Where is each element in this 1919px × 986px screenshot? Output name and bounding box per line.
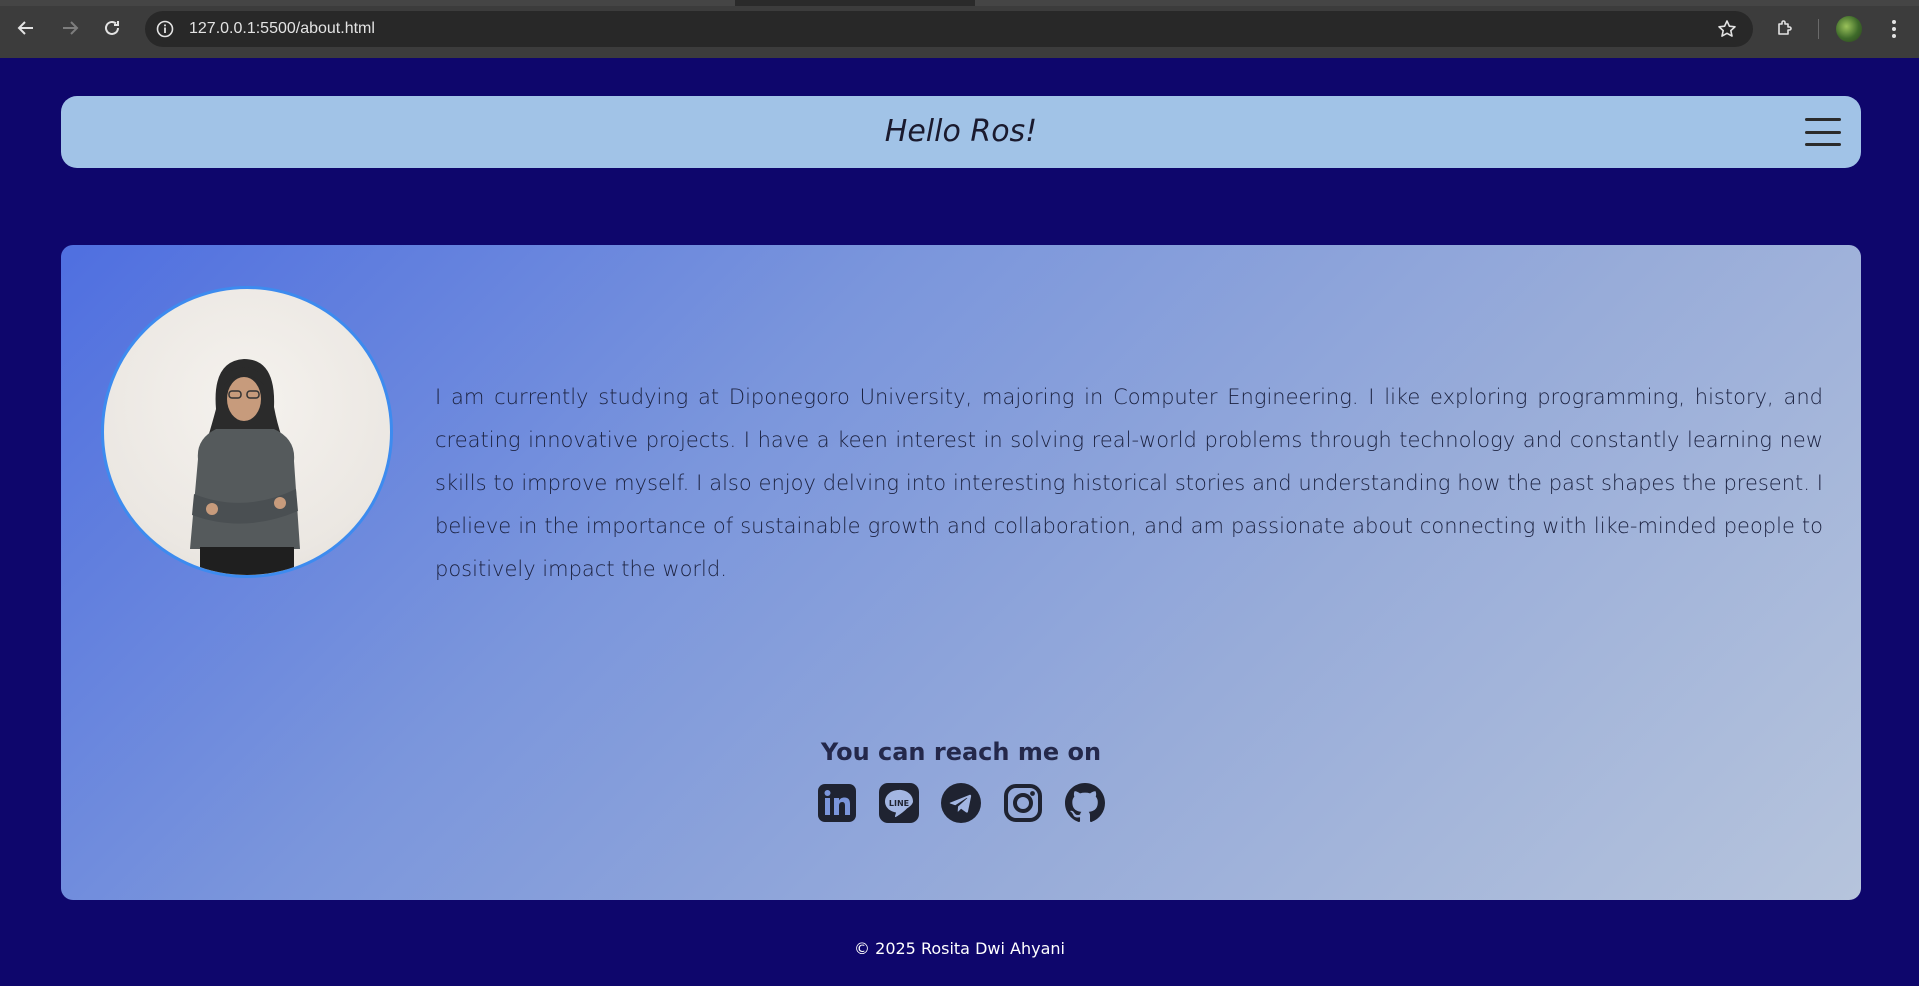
tab-right-edge[interactable] [975,0,1919,6]
line-icon: LINE [879,783,919,823]
instagram-link[interactable] [1003,782,1043,824]
telegram-icon [941,783,981,823]
menu-toggle-button[interactable] [1805,118,1841,146]
social-links: LINE [61,782,1861,824]
telegram-link[interactable] [941,782,981,824]
about-section: I am currently studying at Diponegoro Un… [61,245,1861,900]
github-link[interactable] [1065,782,1105,824]
url-text[interactable]: 127.0.0.1:5500/about.html [189,20,375,38]
reload-button[interactable] [98,14,126,42]
arrow-right-icon [63,21,79,35]
hamburger-icon [1805,118,1841,121]
github-icon [1065,783,1105,823]
bio-text: I am currently studying at Diponegoro Un… [435,385,1823,581]
site-title[interactable]: Hello Ros! [61,114,1861,149]
linkedin-icon [818,784,856,822]
address-bar[interactable]: 127.0.0.1:5500/about.html [145,11,1753,47]
arrow-left-icon [17,21,33,35]
line-link[interactable]: LINE [879,782,919,824]
more-vert-icon [1892,20,1896,38]
browser-toolbar: 127.0.0.1:5500/about.html [0,0,1919,58]
footer-copyright: © 2025 Rosita Dwi Ahyani [854,939,1065,958]
linkedin-link[interactable] [817,782,857,824]
tab-left-edge[interactable] [0,0,735,6]
reload-icon [105,20,119,35]
puzzle-icon [1778,20,1792,35]
contact-heading: You can reach me on [820,738,1102,766]
bookmark-star-icon[interactable] [1715,17,1739,41]
site-header: Hello Ros! [61,96,1861,168]
hamburger-icon-line [1805,143,1841,146]
person-portrait-icon [190,359,300,575]
hamburger-icon-line [1805,130,1841,134]
browser-menu-button[interactable] [1884,15,1904,43]
back-button[interactable] [12,14,40,42]
site-info-icon[interactable] [153,17,177,41]
toolbar-divider [1818,19,1819,39]
instagram-icon [1004,784,1042,822]
profile-avatar[interactable] [1836,16,1862,42]
svg-text:LINE: LINE [889,799,909,808]
profile-photo [101,286,393,578]
extensions-button[interactable] [1772,15,1798,41]
forward-button[interactable] [56,14,84,42]
